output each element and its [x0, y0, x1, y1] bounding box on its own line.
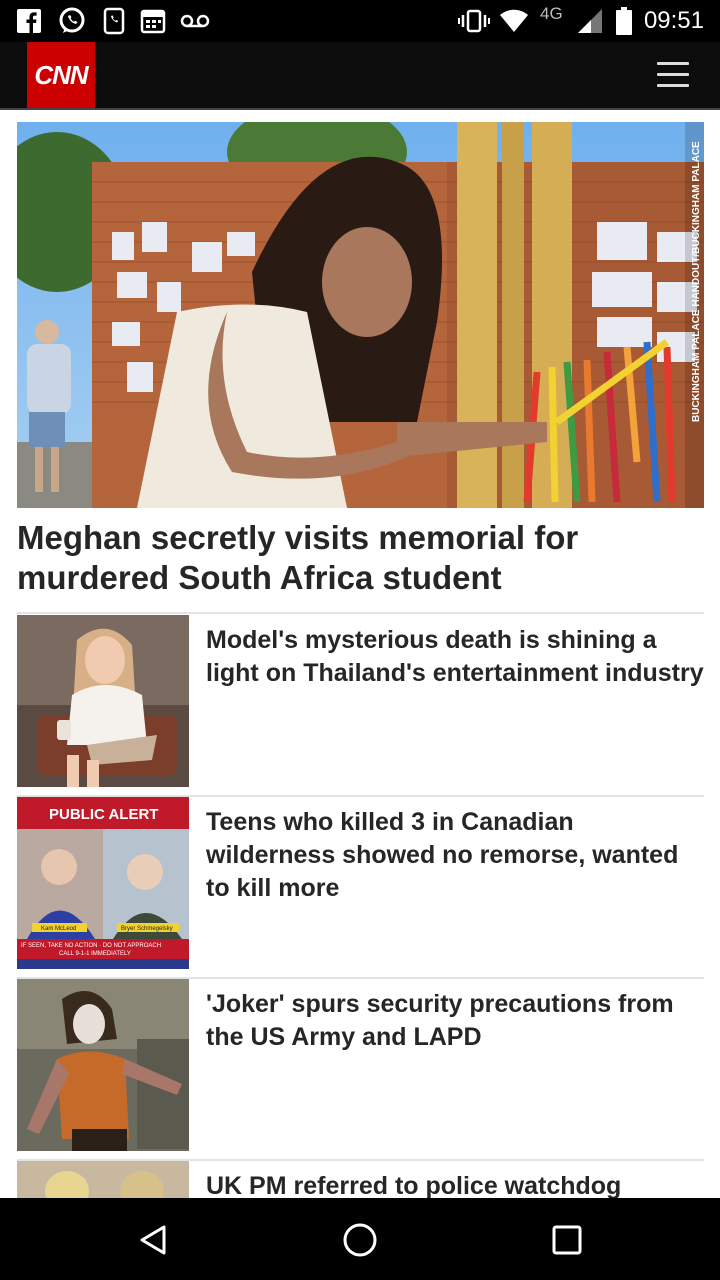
clock: 09:51 [643, 7, 704, 34]
network-type-label: 4G [540, 4, 563, 23]
story-thumbnail[interactable] [17, 615, 189, 787]
story-headline[interactable]: 'Joker' spurs security precautions from … [206, 988, 706, 1054]
photo-credit: BUCKINGHAM PALACE HANDOUT/BUCKINGHAM PAL… [691, 141, 702, 422]
calendar-icon [139, 6, 167, 36]
facebook-icon [14, 6, 44, 36]
thumb-banner: PUBLIC ALERT [49, 806, 158, 823]
recents-square-icon[interactable] [545, 1218, 589, 1262]
signal-icon [577, 6, 603, 36]
story-headline[interactable]: Teens who killed 3 in Canadian wildernes… [206, 806, 706, 905]
voicemail-icon [180, 6, 210, 36]
cnn-logo[interactable]: CNN [27, 42, 95, 108]
story-thumbnail[interactable] [17, 1161, 189, 1198]
hamburger-menu-icon[interactable] [657, 60, 689, 90]
back-triangle-icon[interactable] [131, 1218, 175, 1262]
hero-headline[interactable]: Meghan secretly visits memorial for murd… [17, 518, 704, 598]
hero-image[interactable]: BUCKINGHAM PALACE HANDOUT/BUCKINGHAM PAL… [17, 122, 704, 508]
vibrate-icon [458, 6, 490, 36]
divider [17, 612, 704, 614]
thumb-name-left: Kam McLeod [41, 926, 76, 932]
story-headline[interactable]: Model's mysterious death is shining a li… [206, 624, 706, 690]
status-bar: 4G 09:51 [0, 0, 720, 42]
wifi-icon [499, 6, 529, 36]
story-headline[interactable]: UK PM referred to police watchdog [206, 1170, 706, 1198]
thumb-footer-2: CALL 9-1-1 IMMEDIATELY [59, 951, 131, 957]
story-thumbnail[interactable] [17, 979, 189, 1151]
thumb-name-right: Bryer Schmegelsky [121, 926, 173, 932]
logo-text: CNN [34, 59, 88, 90]
app-header: CNN [0, 42, 720, 110]
phone-alt-icon [100, 6, 128, 36]
story-thumbnail[interactable]: PUBLIC ALERT Kam McLeod Bryer Schmegelsk… [17, 797, 189, 969]
battery-icon [613, 6, 635, 36]
system-nav-bar [0, 1198, 720, 1280]
thumb-footer-1: IF SEEN, TAKE NO ACTION · DO NOT APPROAC… [21, 943, 161, 949]
home-circle-icon[interactable] [338, 1218, 382, 1262]
whatsapp-icon [56, 6, 88, 36]
